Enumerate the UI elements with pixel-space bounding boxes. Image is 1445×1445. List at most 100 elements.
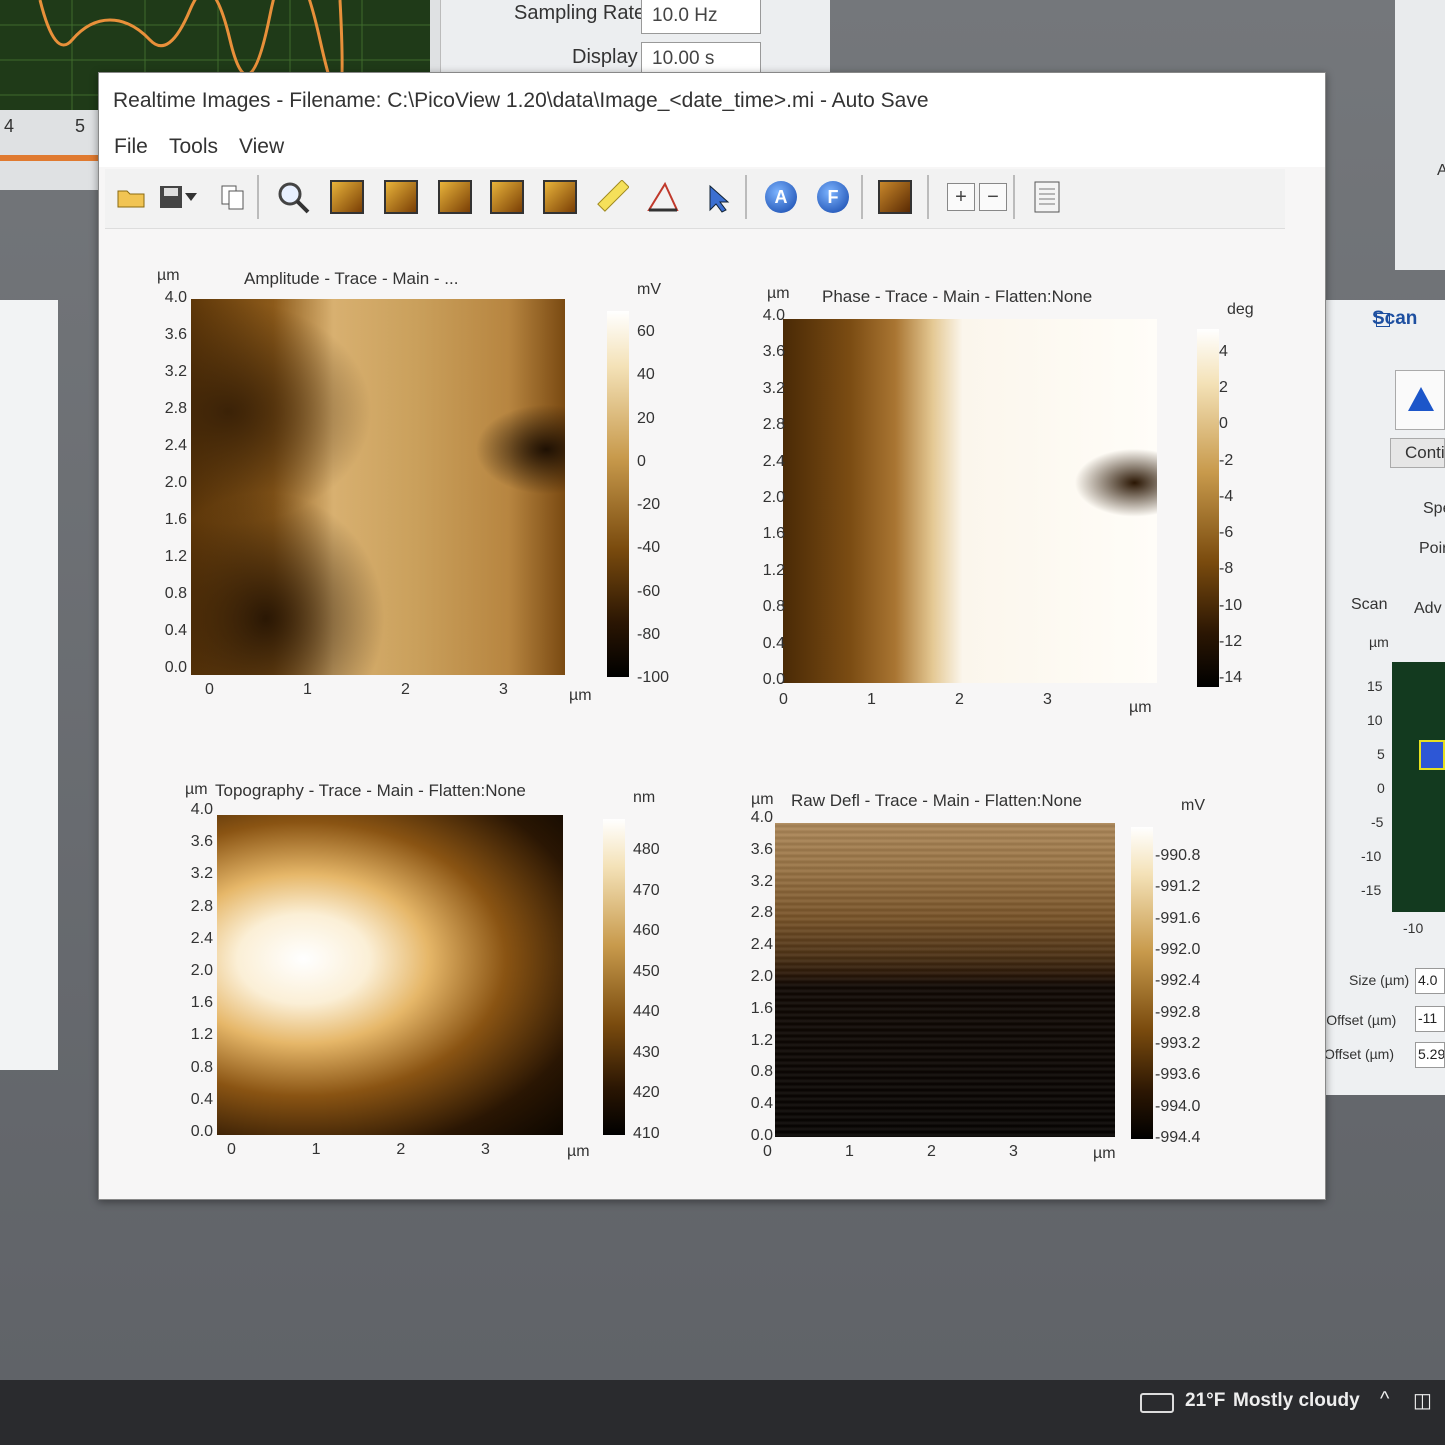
topography-colorbar-tick: 430: [633, 1043, 660, 1061]
amplitude-colorbar-tick: 60: [637, 323, 655, 340]
toolbar-separator: [257, 175, 259, 219]
fit-f-icon[interactable]: F: [813, 177, 853, 217]
map-tick: 15: [1367, 678, 1383, 694]
phase-y-tick: 4.0: [762, 307, 785, 324]
topography-image[interactable]: [217, 815, 563, 1135]
toolbar: A F + −: [105, 169, 1285, 229]
rawdefl-colorbar-tick: -993.2: [1155, 1035, 1201, 1052]
properties-icon[interactable]: [1027, 177, 1067, 217]
scan-panel-header[interactable]: Scan: [1372, 308, 1417, 330]
phase-colorbar-tick: 2: [1219, 379, 1228, 397]
amplitude-color-unit: mV: [637, 281, 661, 298]
scan-area-map[interactable]: [1392, 662, 1445, 912]
amplitude-y-tick: 3.2: [164, 363, 187, 380]
topography-color-unit: nm: [633, 789, 656, 806]
phase-y-tick: 3.2: [762, 379, 785, 397]
amplitude-x-unit: µm: [569, 687, 592, 704]
background-right-top-window: A: [1395, 0, 1445, 270]
rawdefl-y-tick: 0.8: [750, 1063, 773, 1081]
sampling-rate-field[interactable]: 10.0 Hz: [641, 0, 761, 34]
chevron-up-icon[interactable]: ^: [1380, 1388, 1389, 1411]
ruler-icon[interactable]: [592, 177, 632, 217]
amplitude-colorbar-tick: 20: [637, 409, 655, 427]
map-tick: 10: [1367, 712, 1383, 728]
zoom-out-button[interactable]: −: [973, 177, 1013, 217]
continuous-button[interactable]: Conti: [1390, 438, 1445, 468]
vertical-line-icon[interactable]: [435, 177, 475, 217]
display-field[interactable]: 10.00 s: [641, 42, 761, 76]
right-top-label: A: [1437, 162, 1445, 179]
phase-y-tick: 0.4: [762, 634, 785, 652]
weather-icon[interactable]: [1140, 1393, 1174, 1413]
phase-colorbar-tick: -8: [1219, 560, 1234, 578]
size-input[interactable]: 4.0: [1415, 968, 1445, 994]
up-arrow-icon: [1408, 387, 1434, 411]
topography-colorbar-tick: 440: [633, 1003, 660, 1021]
amplitude-y-tick: 2.0: [164, 474, 187, 491]
scan-area-marker[interactable]: [1419, 740, 1445, 770]
topography-x-tick: 1: [311, 1141, 321, 1158]
zoom-icon[interactable]: [273, 177, 313, 217]
phase-y-tick: 2.8: [762, 416, 785, 434]
phase-image[interactable]: [783, 319, 1157, 683]
phase-y-tick: 2.0: [762, 489, 785, 506]
amplitude-image[interactable]: [191, 299, 565, 675]
toolbar-separator: [861, 175, 863, 219]
network-icon[interactable]: ◫: [1413, 1388, 1432, 1413]
menu-file[interactable]: File: [114, 135, 148, 159]
taskbar-temperature[interactable]: 21°F: [1185, 1390, 1225, 1412]
topography-x-tick: 3: [481, 1141, 490, 1158]
amplitude-y-tick: 1.2: [164, 548, 187, 565]
menu-tools[interactable]: Tools: [169, 135, 218, 159]
realtime-images-window: Realtime Images - Filename: C:\PicoView …: [98, 72, 1326, 1200]
diagonal-line-icon[interactable]: [487, 177, 527, 217]
phase-color-unit: deg: [1227, 301, 1254, 318]
scan-up-button[interactable]: [1395, 370, 1445, 430]
rawdefl-y-tick: 4.0: [750, 809, 773, 826]
rawdefl-x-tick: 3: [1009, 1143, 1018, 1160]
topography-y-unit: µm: [185, 781, 208, 798]
map-tick: -10: [1361, 848, 1382, 864]
auto-a-icon[interactable]: A: [761, 177, 801, 217]
phase-y-unit: µm: [767, 285, 790, 302]
taskbar-weather-text[interactable]: Mostly cloudy: [1233, 1390, 1360, 1412]
copy-icon[interactable]: [213, 177, 253, 217]
angle-icon[interactable]: [643, 177, 683, 217]
amplitude-y-unit: µm: [157, 267, 180, 284]
save-dropdown-icon[interactable]: [181, 177, 201, 217]
x-offset-input[interactable]: -11: [1415, 1006, 1445, 1032]
menu-view[interactable]: View: [239, 135, 284, 159]
scan-tab[interactable]: Scan: [1351, 596, 1387, 614]
amplitude-x-tick: 1: [303, 681, 312, 698]
amplitude-colorbar-tick: -40: [637, 539, 661, 557]
phase-y-tick: 0.8: [762, 598, 785, 616]
horizontal-line-icon[interactable]: [381, 177, 421, 217]
rawdefl-colorbar: [1131, 827, 1153, 1139]
amplitude-y-tick: 2.4: [164, 437, 187, 454]
scope-tick: 4: [4, 116, 15, 136]
cursor-icon[interactable]: [697, 177, 737, 217]
phase-x-tick: 3: [1043, 691, 1052, 708]
rawdefl-colorbar-tick: -990.8: [1155, 847, 1201, 864]
layout-icon[interactable]: [875, 177, 915, 217]
amplitude-colorbar-tick: 40: [637, 366, 655, 384]
amplitude-x-tick: 3: [499, 681, 508, 698]
y-offset-input[interactable]: 5.29: [1415, 1042, 1445, 1068]
topography-y-tick: 2.0: [190, 962, 213, 979]
rawdefl-image[interactable]: [775, 823, 1115, 1137]
open-folder-icon[interactable]: [111, 177, 151, 217]
title-bar[interactable]: Realtime Images - Filename: C:\PicoView …: [99, 73, 1325, 131]
advanced-tab[interactable]: Adv: [1414, 600, 1442, 618]
amplitude-colorbar: [607, 311, 629, 677]
topography-colorbar-tick: 460: [633, 922, 660, 940]
section-icon[interactable]: [540, 177, 580, 217]
rawdefl-x-unit: µm: [1093, 1145, 1116, 1162]
topography-y-tick: 2.4: [190, 929, 213, 947]
phase-y-tick: 2.4: [762, 452, 785, 470]
amplitude-y-tick: 0.8: [164, 585, 187, 602]
topography-y-tick: 3.2: [190, 865, 213, 883]
image-size-icon[interactable]: [327, 177, 367, 217]
amplitude-y-tick: 1.6: [164, 511, 187, 528]
topography-colorbar: [603, 819, 625, 1135]
scan-map-unit: µm: [1369, 634, 1389, 650]
